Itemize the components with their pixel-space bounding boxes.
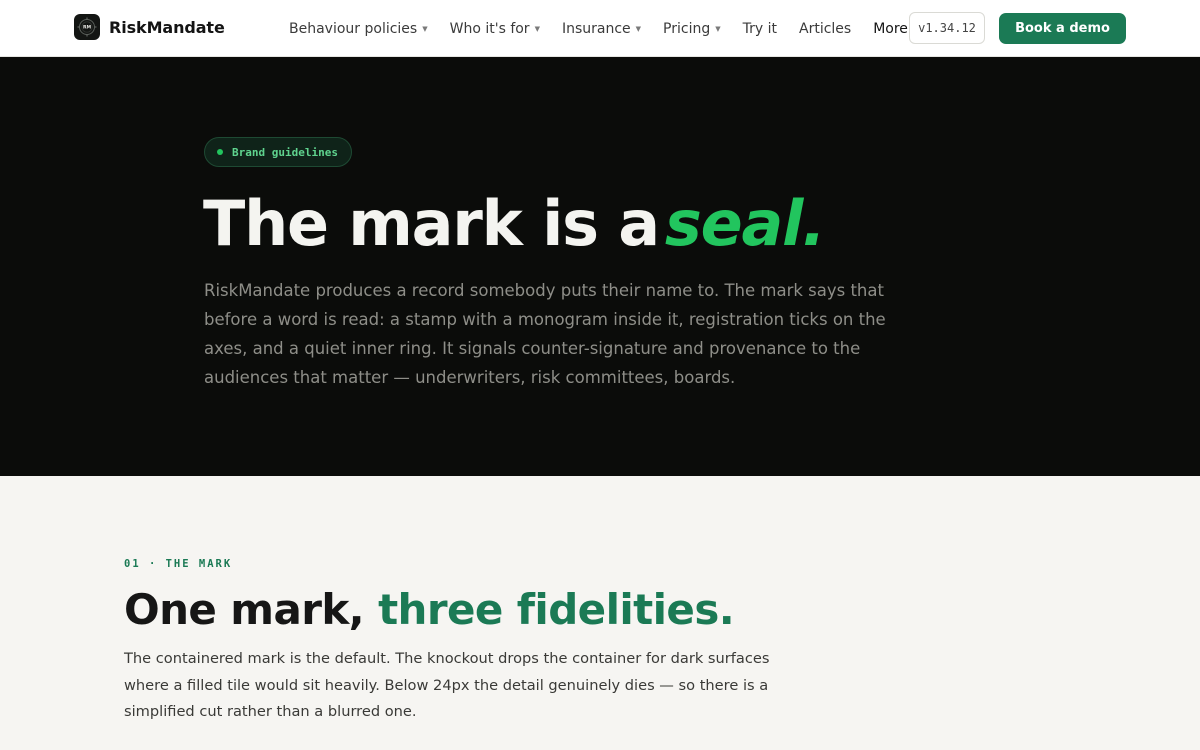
chevron-down-icon: ▼ xyxy=(635,24,642,33)
nav-item-label: Behaviour policies xyxy=(289,20,418,37)
nav-menu: Behaviour policies ▼ Who it's for ▼ Insu… xyxy=(289,0,930,57)
hero-title-accent: seal. xyxy=(664,187,826,260)
brand-guidelines-badge: Brand guidelines xyxy=(204,137,352,167)
brand-name: RiskMandate xyxy=(109,17,225,37)
nav-item-label: Pricing xyxy=(663,20,711,37)
section-title-main: One mark, xyxy=(124,585,365,634)
section-title-accent: three fidelities. xyxy=(378,585,735,634)
hero-title-main: The mark is a xyxy=(203,187,660,260)
hero-title: The mark is aseal. xyxy=(203,187,826,261)
nav-item-label: Insurance xyxy=(561,20,631,37)
brand-home-link[interactable]: RM RiskMandate xyxy=(74,14,225,40)
logo-monogram: RM xyxy=(83,25,92,31)
status-dot-icon xyxy=(217,149,223,155)
version-badge[interactable]: v1.34.12 xyxy=(909,12,985,44)
chevron-down-icon: ▼ xyxy=(715,24,721,33)
nav-item-label: Articles xyxy=(799,20,852,37)
nav-item-label: More xyxy=(873,20,908,37)
section-eyebrow: 01 · THE MARK xyxy=(124,558,233,570)
chevron-down-icon: ▼ xyxy=(422,24,428,33)
seal-logo-icon: RM xyxy=(74,14,100,40)
top-navigation: RM RiskMandate Behaviour policies ▼ Who … xyxy=(0,0,1200,57)
chevron-down-icon: ▼ xyxy=(534,24,540,33)
nav-item-behaviour-policies[interactable]: Behaviour policies ▼ xyxy=(289,21,428,37)
hero-section: Brand guidelines The mark is aseal. Risk… xyxy=(0,57,1200,476)
nav-item-label: Try it xyxy=(742,20,777,37)
nav-item-who-its-for[interactable]: Who it's for ▼ xyxy=(450,21,540,37)
nav-item-pricing[interactable]: Pricing ▼ xyxy=(663,21,721,37)
badge-label: Brand guidelines xyxy=(232,145,338,159)
section-description: The containered mark is the default. The… xyxy=(124,650,770,720)
nav-item-try-it[interactable]: Try it xyxy=(743,21,777,37)
nav-item-label: Who it's for xyxy=(449,20,530,37)
nav-item-insurance[interactable]: Insurance ▼ xyxy=(562,21,641,37)
hero-description: RiskMandate produces a record somebody p… xyxy=(204,281,886,387)
the-mark-section: 01 · THE MARK One mark, three fidelities… xyxy=(0,476,1200,750)
nav-item-articles[interactable]: Articles xyxy=(799,21,851,37)
book-demo-button[interactable]: Book a demo xyxy=(999,13,1126,44)
section-title: One mark, three fidelities. xyxy=(124,582,735,638)
